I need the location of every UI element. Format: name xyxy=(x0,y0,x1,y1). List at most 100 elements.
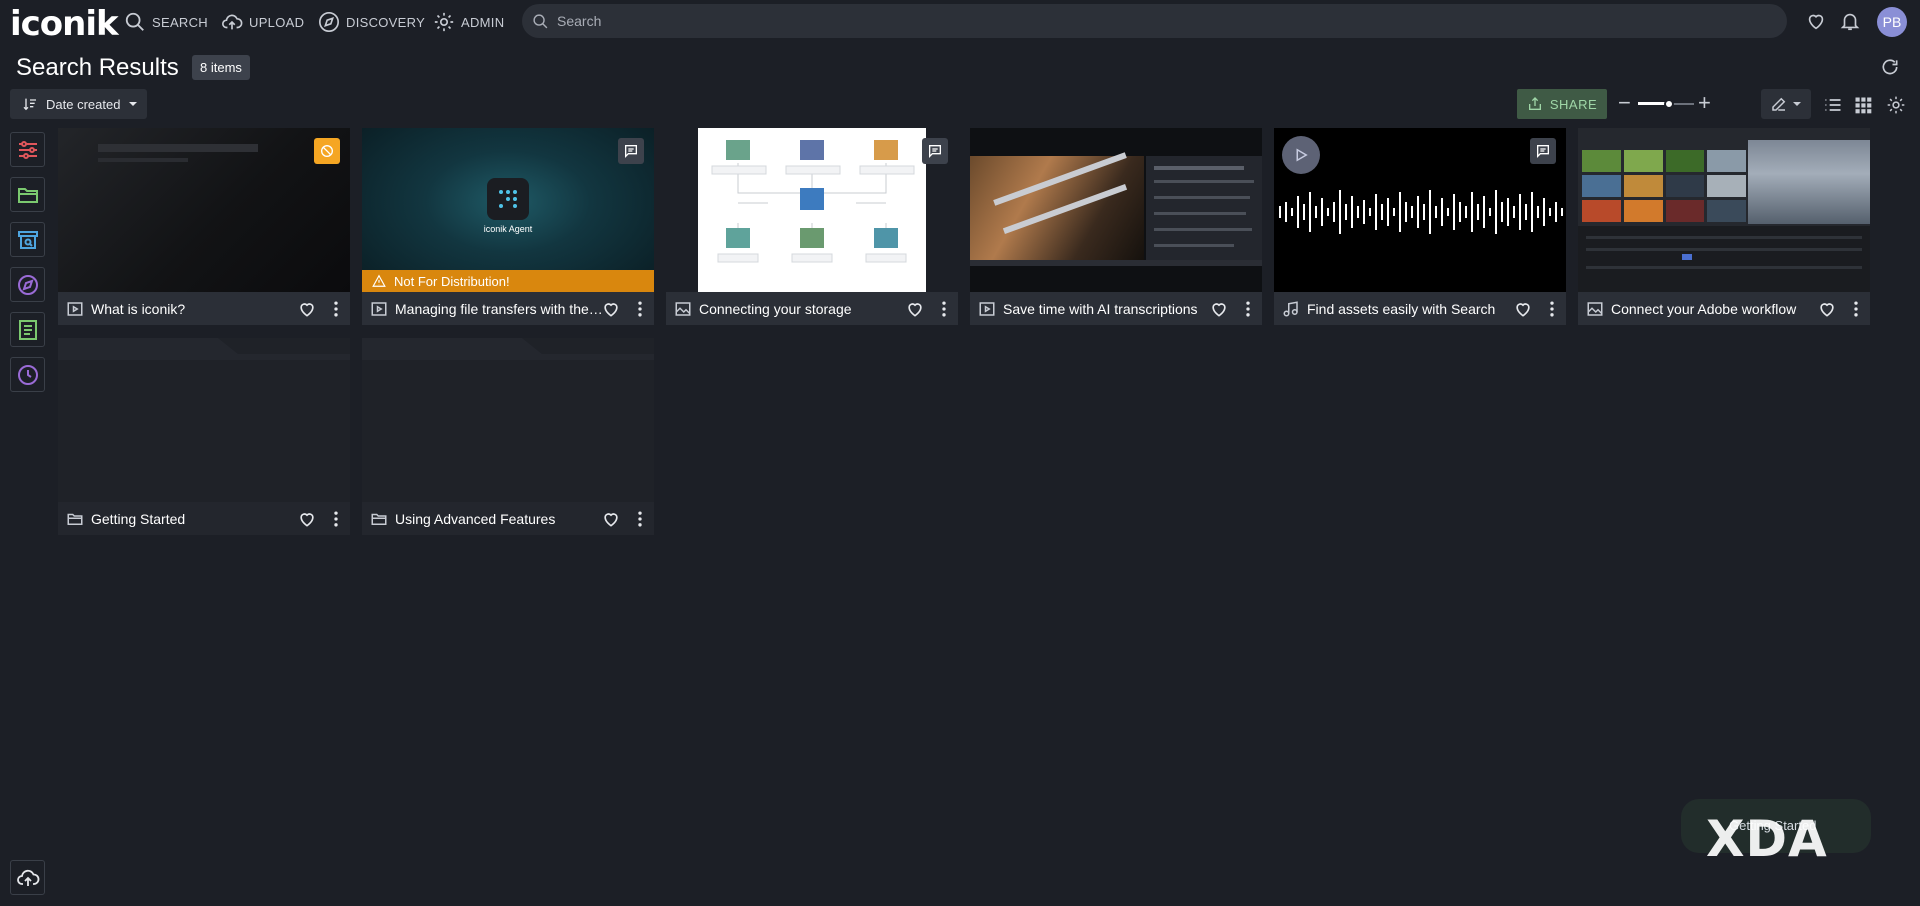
comments-badge xyxy=(922,138,948,164)
nav-upload[interactable]: UPLOAD xyxy=(221,11,304,33)
folder-thumbnail[interactable] xyxy=(58,338,350,502)
folder-thumbnail[interactable] xyxy=(362,338,654,502)
asset-title[interactable]: Find assets easily with Search xyxy=(1307,301,1517,317)
bulk-edit-dropdown[interactable] xyxy=(1761,89,1811,119)
search-input[interactable] xyxy=(557,13,1757,29)
folder-card[interactable]: Using Advanced Features xyxy=(362,338,654,535)
heart-icon[interactable] xyxy=(297,509,317,529)
transcription-panel xyxy=(1146,156,1262,260)
asset-title[interactable]: Managing file transfers with the iconik … xyxy=(395,301,605,317)
asset-title[interactable]: Save time with AI transcriptions xyxy=(1003,301,1213,317)
more-vertical-icon[interactable] xyxy=(326,509,346,529)
folder-shape xyxy=(58,338,350,502)
nav-admin[interactable]: ADMIN xyxy=(433,11,504,33)
rail-history[interactable] xyxy=(10,357,45,392)
zoom-slider[interactable]: − + xyxy=(1616,92,1714,116)
settings-icon[interactable] xyxy=(1886,95,1906,115)
asset-thumbnail[interactable] xyxy=(1274,128,1566,292)
video-icon xyxy=(67,301,83,316)
list-view-icon[interactable] xyxy=(1823,95,1843,115)
heart-icon[interactable] xyxy=(1805,10,1827,32)
asset-card[interactable]: Connecting your storage xyxy=(666,128,958,325)
heart-icon[interactable] xyxy=(601,299,621,319)
rail-metadata[interactable] xyxy=(10,312,45,347)
more-vertical-icon[interactable] xyxy=(1542,299,1562,319)
history-icon xyxy=(17,364,38,385)
heart-icon[interactable] xyxy=(905,299,925,319)
comment-icon xyxy=(625,145,637,158)
zoom-out-icon[interactable]: − xyxy=(1618,92,1631,114)
waveform xyxy=(1279,190,1563,234)
folder-shape xyxy=(362,338,654,502)
refresh-icon[interactable] xyxy=(1880,57,1900,77)
more-vertical-icon[interactable] xyxy=(1238,299,1258,319)
play-icon xyxy=(1296,148,1308,162)
grid-view-icon[interactable] xyxy=(1853,95,1873,115)
distribution-warning: Not For Distribution! xyxy=(362,270,654,292)
share-button[interactable]: SHARE xyxy=(1517,89,1607,119)
app-logo[interactable]: iconik xyxy=(10,4,119,44)
rail-filters[interactable] xyxy=(10,132,45,167)
page-title: Search Results xyxy=(16,54,179,81)
prohibited-icon xyxy=(321,145,333,157)
more-vertical-icon[interactable] xyxy=(326,299,346,319)
heart-icon[interactable] xyxy=(1817,299,1837,319)
folder-title[interactable]: Using Advanced Features xyxy=(395,511,605,527)
document-list-icon xyxy=(18,319,37,340)
rail-collections[interactable] xyxy=(10,177,45,212)
compass-icon xyxy=(319,12,339,32)
rail-saved-searches[interactable] xyxy=(10,222,45,257)
sort-dropdown[interactable]: Date created xyxy=(10,89,147,119)
asset-title[interactable]: Connect your Adobe workflow xyxy=(1611,301,1821,317)
asset-title[interactable]: Connecting your storage xyxy=(699,301,909,317)
search-bar[interactable] xyxy=(522,4,1787,38)
folder-icon xyxy=(371,513,387,525)
asset-thumbnail[interactable]: iconik Agent Not For Distribution! xyxy=(362,128,654,292)
more-vertical-icon[interactable] xyxy=(1846,299,1866,319)
thumbnail-caption: iconik Agent xyxy=(483,224,533,234)
video-icon xyxy=(371,301,387,316)
asset-card[interactable]: Find assets easily with Search xyxy=(1274,128,1566,325)
rail-discovery[interactable] xyxy=(10,267,45,302)
bell-icon[interactable] xyxy=(1839,10,1861,32)
folder-card[interactable]: Getting Started xyxy=(58,338,350,535)
asset-card-footer: Find assets easily with Search xyxy=(1274,292,1566,325)
heart-icon[interactable] xyxy=(1209,299,1229,319)
zoom-in-icon[interactable]: + xyxy=(1698,92,1711,114)
warning-label: Not For Distribution! xyxy=(394,273,510,289)
gear-icon xyxy=(434,12,454,32)
play-button[interactable] xyxy=(1282,136,1320,174)
asset-thumbnail[interactable] xyxy=(58,128,350,292)
avatar[interactable]: PB xyxy=(1877,7,1907,37)
watermark: XDA xyxy=(1706,810,1828,868)
search-icon xyxy=(533,13,548,28)
heart-icon[interactable] xyxy=(601,509,621,529)
sort-icon xyxy=(23,98,36,111)
heart-icon[interactable] xyxy=(1513,299,1533,319)
nav-discovery[interactable]: DISCOVERY xyxy=(318,11,425,33)
more-vertical-icon[interactable] xyxy=(630,299,650,319)
filters-icon xyxy=(18,140,37,159)
rail-upload-button[interactable] xyxy=(10,860,45,895)
restricted-badge xyxy=(314,138,340,164)
zoom-handle[interactable] xyxy=(1663,99,1674,109)
asset-thumbnail[interactable] xyxy=(970,128,1262,292)
more-vertical-icon[interactable] xyxy=(934,299,954,319)
asset-card[interactable]: iconik Agent Not For Distribution! Manag… xyxy=(362,128,654,325)
heart-icon[interactable] xyxy=(297,299,317,319)
folder-title[interactable]: Getting Started xyxy=(91,511,301,527)
asset-card[interactable]: What is iconik? xyxy=(58,128,350,325)
edit-icon xyxy=(1772,97,1786,111)
asset-card[interactable]: Connect your Adobe workflow xyxy=(1578,128,1870,325)
agent-app-icon xyxy=(487,178,529,220)
asset-thumbnail[interactable] xyxy=(666,128,958,292)
image-icon xyxy=(675,301,691,316)
asset-thumbnail[interactable] xyxy=(1578,128,1870,292)
nav-search[interactable]: SEARCH xyxy=(124,11,208,33)
more-vertical-icon[interactable] xyxy=(630,509,650,529)
folder-icon xyxy=(17,187,38,203)
search-icon xyxy=(125,12,144,31)
asset-card[interactable]: Save time with AI transcriptions xyxy=(970,128,1262,325)
compass-icon xyxy=(17,274,38,295)
asset-title[interactable]: What is iconik? xyxy=(91,301,301,317)
